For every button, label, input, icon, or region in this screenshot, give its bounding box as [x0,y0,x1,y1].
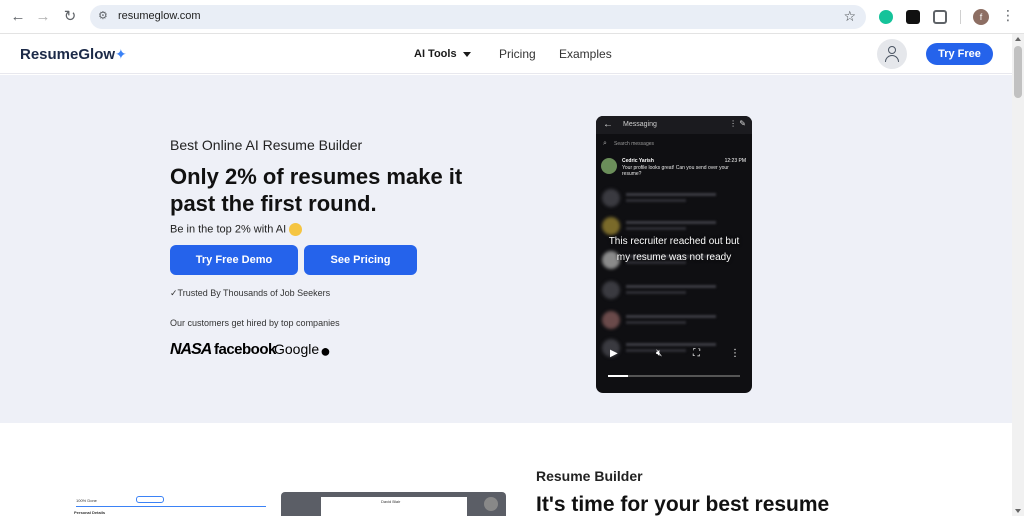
site-logo[interactable]: ResumeGlow✦ [20,46,127,63]
play-icon[interactable]: ▶ [610,348,618,359]
progress-line [76,506,266,507]
messages-search: ⌕ Search messages [600,138,748,150]
page-scrollbar[interactable] [1012,34,1024,516]
scroll-down-icon[interactable] [1015,509,1021,513]
blurred-message [600,280,748,300]
hero-title: Only 2% of resumes make it past the firs… [170,164,463,216]
emoji-icon [289,223,303,236]
blurred-message [600,310,748,330]
bookmark-star-icon[interactable]: ☆ [843,8,856,25]
video-progress-fill [608,375,628,377]
search-icon: ⌕ [603,140,607,147]
scrollbar-thumb[interactable] [1014,46,1022,98]
url-text: resumeglow.com [118,10,201,22]
sparkle-icon: ✦ [115,46,127,62]
preview-chip [136,496,164,503]
progress-label: 100% Done [76,498,97,503]
blurred-message [600,216,748,236]
hero-tagline: Be in the top 2% with AI [170,223,303,236]
demo-video[interactable]: ← Messaging ⋮ ✎ ⌕ Search messages Cedric… [596,116,752,393]
section-label: Resume Builder [536,468,643,484]
resume-editor-preview: 100% Done Personal Details [70,493,270,516]
trusted-text: ✓Trusted By Thousands of Job Seekers [170,288,331,298]
google-logo: Google [274,341,320,357]
back-arrow-icon: ← [603,119,613,130]
video-controls: ▶ 🔇︎ ⛶ ⋮ [596,348,752,364]
personal-details-label: Personal Details [74,510,106,515]
extension-icon[interactable] [906,10,920,24]
apple-logo-icon: ● [320,341,331,361]
sender-name: Cedric Yarish [622,158,654,164]
resume-document-preview: David Blair [281,492,506,516]
grammarly-extension-icon[interactable] [879,10,893,24]
section-title: It's time for your best resume [536,493,830,516]
forward-icon[interactable]: → [33,7,53,27]
logo-text: ResumeGlow [20,46,116,63]
try-free-demo-button[interactable]: Try Free Demo [170,245,298,275]
message-item: Cedric Yarish 12:23 PM Your profile look… [596,156,752,180]
user-account-icon[interactable] [877,39,907,69]
blurred-message [600,188,748,208]
fullscreen-icon[interactable]: ⛶ [693,348,700,359]
profile-avatar[interactable]: f [973,9,989,25]
preview-avatar [484,497,498,511]
more-options-icon[interactable]: ⋮ [730,348,740,359]
site-info-icon[interactable]: ⚙ [98,9,112,23]
address-bar[interactable]: ⚙ resumeglow.com ☆ [90,5,866,29]
reload-icon[interactable]: ↻ [60,7,80,27]
see-pricing-button[interactable]: See Pricing [304,245,417,275]
nav-pricing[interactable]: Pricing [499,47,536,61]
site-header: ResumeGlow✦ AI Tools Pricing Examples Tr… [0,34,1012,74]
avatar [601,158,617,174]
try-free-button[interactable]: Try Free [926,43,993,65]
customers-text: Our customers get hired by top companies [170,318,340,328]
message-preview: Your profile looks great! Can you send o… [622,165,729,177]
browser-menu-icon[interactable]: ⋮ [1001,7,1015,24]
hero-subtitle: Best Online AI Resume Builder [170,137,363,153]
mute-icon[interactable]: 🔇︎ [656,348,662,359]
resume-page: David Blair [321,497,467,516]
hero-section: Best Online AI Resume Builder Only 2% of… [0,75,1012,423]
messaging-header: ← Messaging ⋮ ✎ [596,116,752,134]
compose-icon: ⋮ ✎ [729,119,746,128]
messaging-title: Messaging [623,121,657,128]
resume-name: David Blair [381,499,401,504]
nasa-logo: NASA [170,341,212,358]
scroll-up-icon[interactable] [1015,37,1021,41]
video-progress-bar[interactable] [608,375,740,377]
resume-builder-section: 100% Done Personal Details David Blair R… [0,423,1012,516]
browser-toolbar: ← → ↻ ⚙ resumeglow.com ☆ f ⋮ [0,0,1024,34]
nav-ai-tools[interactable]: AI Tools [414,48,471,60]
chevron-down-icon [462,51,471,57]
toolbar-divider [960,10,961,24]
video-caption: This recruiter reached out but my resume… [608,236,740,263]
message-time: 12:23 PM [724,158,746,164]
hero-tagline-text: Be in the top 2% with AI [170,223,287,236]
back-icon[interactable]: ← [8,7,28,27]
facebook-logo: facebook [214,341,276,358]
nav-examples[interactable]: Examples [559,47,612,61]
nav-ai-tools-label: AI Tools [414,48,457,60]
extensions-puzzle-icon[interactable] [933,10,947,24]
search-placeholder: Search messages [614,141,655,147]
